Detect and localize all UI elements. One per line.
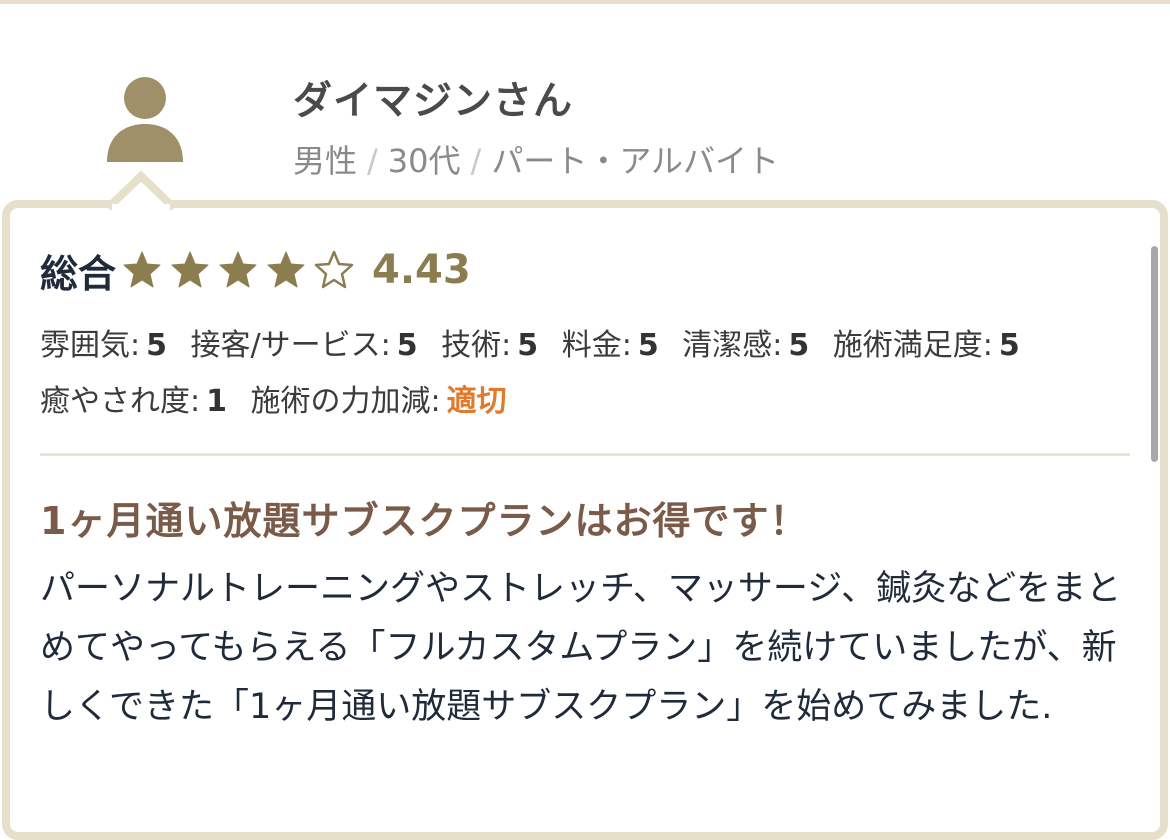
subscore-label: 癒やされ度: — [40, 384, 201, 419]
subscore-item: 技術: 5 — [441, 318, 538, 374]
reviewer-age: 30代 — [387, 142, 461, 180]
star-filled-icon — [219, 251, 257, 288]
subscore-value: 5 — [788, 328, 810, 363]
review-body: パーソナルトレーニングやストレッチ、マッサージ、鍼灸などをまとめてやってもらえる… — [40, 569, 1122, 727]
subscore-label: 施術の力加減: — [250, 384, 441, 419]
reviewer-meta: 男性/30代 / パート・アルバイト — [293, 136, 779, 182]
star-filled-icon — [171, 251, 209, 288]
subscore-item: 癒やされ度: 1 — [40, 374, 227, 430]
subscore-label: 技術: — [441, 328, 512, 363]
subscore-value: 5 — [637, 328, 659, 363]
subscore-item: 料金: 5 — [562, 318, 659, 374]
subscore-value: 5 — [146, 328, 167, 363]
speech-bubble-notch — [108, 170, 174, 210]
user-avatar-icon — [107, 77, 183, 162]
overall-rating: 総合 4.43 — [40, 240, 471, 300]
subscore-value: 適切 — [446, 384, 507, 419]
reviewer-name: ダイマジンさん — [293, 79, 574, 124]
subscore-label: 料金: — [561, 328, 632, 363]
subscore-value: 5 — [517, 328, 539, 363]
top-divider — [0, 0, 1170, 4]
star-filled-icon — [267, 251, 305, 288]
subscore-value: 1 — [206, 384, 227, 419]
subscore-value: 5 — [396, 328, 418, 363]
subscore-label: 施術満足度: — [832, 328, 993, 363]
scrollbar[interactable] — [1151, 246, 1158, 462]
star-rating — [122, 250, 362, 290]
overall-score: 4.43 — [372, 247, 471, 293]
reviewer-gender: 男性 — [293, 142, 358, 180]
star-empty-icon — [314, 250, 354, 289]
subscore-value: 5 — [998, 328, 1020, 363]
subscore-item: 雰囲気: 5 — [40, 318, 167, 374]
review-title: 1ヶ月通い放題サブスクプランはお得です！ — [40, 499, 809, 543]
subscore-label: 清潔感: — [682, 328, 783, 363]
star-filled-icon — [123, 251, 161, 288]
subscore-item: 施術の力加減: 適切 — [251, 374, 507, 430]
subscore-item: 施術満足度: 5 — [833, 318, 1020, 374]
meta-separator: / — [470, 142, 482, 180]
subscore-label: 雰囲気: — [40, 328, 141, 363]
meta-separator: / — [367, 142, 378, 180]
subscore-item: 清潔感: 5 — [682, 318, 809, 374]
subscore-item: 接客/サービス: 5 — [191, 318, 418, 374]
overall-label: 総合 — [40, 251, 117, 296]
reviewer-occupation: パート・アルバイト — [491, 142, 779, 180]
subscores: 雰囲気: 5 接客/サービス: 5 技術: 5 料金: 5 清潔感: 5 施術満足度: 5 … — [40, 318, 1140, 430]
subscore-label: 接客/サービス: — [190, 328, 391, 363]
section-divider — [40, 453, 1130, 456]
